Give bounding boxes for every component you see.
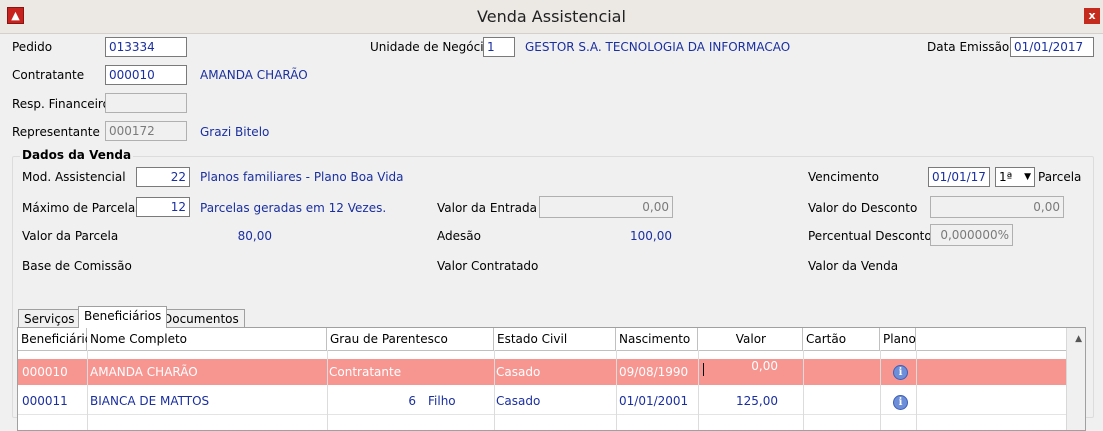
row-grau-num: 6: [408, 394, 416, 408]
representante-field[interactable]: 000172: [105, 121, 187, 141]
unidade-field[interactable]: 1: [483, 37, 515, 57]
adesao-value: 100,00: [630, 229, 672, 243]
row-valor: 0,00: [751, 359, 778, 373]
col-line: [87, 350, 88, 430]
col-header-nascimento[interactable]: Nascimento: [616, 328, 698, 350]
row-beneficiario: 000011: [22, 394, 68, 408]
parcela-select-value: 1ª: [999, 170, 1013, 184]
col-line: [916, 350, 917, 430]
unidade-name: GESTOR S.A. TECNOLOGIA DA INFORMACAO: [525, 40, 791, 54]
valor-contratado-label: Valor Contratado: [437, 259, 539, 273]
row-nome: BIANCA DE MATTOS: [90, 394, 210, 408]
row-nascimento: 09/08/1990: [619, 365, 689, 379]
contratante-name: AMANDA CHARÃO: [200, 68, 308, 82]
col-line: [698, 350, 699, 430]
valor-desconto-label: Valor do Desconto: [808, 201, 918, 215]
col-header-plano[interactable]: Plano: [880, 328, 916, 350]
vertical-scrollbar[interactable]: ▲: [1066, 328, 1085, 430]
col-line: [616, 350, 617, 430]
row-nome: AMANDA CHARÃO: [90, 365, 198, 379]
pedido-field[interactable]: 013334: [105, 37, 187, 57]
row-grau: Filho: [428, 394, 456, 408]
resp-financeiro-field[interactable]: [105, 93, 187, 113]
representante-name: Grazi Bitelo: [200, 125, 270, 139]
col-header-cartao[interactable]: Cartão: [803, 328, 880, 350]
info-icon[interactable]: i: [893, 365, 908, 380]
scroll-up-icon[interactable]: ▲: [1075, 334, 1082, 344]
window-title: Venda Assistencial: [477, 7, 626, 26]
col-header-nome[interactable]: Nome Completo: [87, 328, 327, 350]
col-line: [880, 350, 881, 430]
contratante-field[interactable]: 000010: [105, 65, 187, 85]
max-parcelas-field[interactable]: 12: [136, 197, 190, 217]
beneficiarios-grid[interactable]: Beneficiário Nome Completo Grau de Paren…: [17, 327, 1086, 431]
valor-entrada-label: Valor da Entrada: [437, 201, 537, 215]
parcela-label: Parcela: [1038, 170, 1082, 184]
pedido-label: Pedido: [12, 40, 53, 54]
col-header-valor[interactable]: Valor: [698, 328, 803, 350]
valor-entrada-field[interactable]: 0,00: [539, 196, 673, 218]
representante-label: Representante: [12, 125, 100, 139]
col-line: [803, 350, 804, 430]
adesao-label: Adesão: [437, 229, 481, 243]
vencimento-field[interactable]: 01/01/17: [928, 167, 990, 187]
row-grau: Contratante: [329, 365, 402, 379]
text-cursor: [703, 363, 704, 376]
unidade-label: Unidade de Negócio: [370, 40, 491, 54]
col-header-beneficiario[interactable]: Beneficiário: [18, 328, 92, 350]
col-header-grau[interactable]: Grau de Parentesco: [327, 328, 494, 350]
header-divider: [18, 350, 1068, 351]
row-beneficiario: 000010: [22, 365, 68, 379]
tab-servicos[interactable]: Serviços: [18, 309, 81, 328]
col-header-estado[interactable]: Estado Civil: [494, 328, 616, 350]
row-nascimento: 01/01/2001: [619, 394, 689, 408]
mod-assistencial-field[interactable]: 22: [136, 167, 190, 187]
row-divider: [18, 414, 1068, 415]
max-parcelas-desc: Parcelas geradas em 12 Vezes.: [200, 201, 387, 215]
percentual-desconto-field[interactable]: 0,000000%: [930, 224, 1013, 246]
data-emissao-field[interactable]: 01/01/2017: [1010, 37, 1094, 57]
contratante-label: Contratante: [12, 68, 85, 82]
row-estado: Casado: [496, 394, 541, 408]
col-line: [494, 350, 495, 430]
vencimento-label: Vencimento: [808, 170, 879, 184]
close-button[interactable]: x: [1084, 8, 1100, 24]
valor-parcela-value: 80,00: [237, 229, 272, 243]
row-estado: Casado: [496, 365, 541, 379]
resp-financeiro-label: Resp. Financeiro: [12, 97, 110, 111]
title-bar: ▲ Venda Assistencial x: [0, 0, 1103, 34]
percentual-desconto-label: Percentual Desconto: [808, 229, 932, 243]
col-line: [327, 350, 328, 430]
mod-assistencial-label: Mod. Assistencial: [22, 170, 126, 184]
chevron-down-icon: ▼: [1024, 172, 1031, 182]
valor-parcela-label: Valor da Parcela: [22, 229, 119, 243]
dados-venda-title: Dados da Venda: [20, 148, 134, 162]
base-comissao-label: Base de Comissão: [22, 259, 132, 273]
row-valor: 125,00: [736, 394, 778, 408]
tab-beneficiarios[interactable]: Beneficiários: [78, 306, 168, 328]
mod-assistencial-desc: Planos familiares - Plano Boa Vida: [200, 170, 404, 184]
table-row[interactable]: 000010 AMANDA CHARÃO Contratante Casado …: [18, 359, 1068, 385]
info-icon[interactable]: i: [893, 395, 908, 410]
max-parcelas-label: Máximo de Parcelas: [22, 201, 142, 215]
valor-venda-label: Valor da Venda: [808, 259, 899, 273]
data-emissao-label: Data Emissão: [927, 40, 1010, 54]
tab-documentos[interactable]: Documentos: [157, 309, 245, 328]
valor-desconto-field[interactable]: 0,00: [930, 196, 1064, 218]
parcela-select[interactable]: 1ª ▼: [995, 167, 1035, 187]
